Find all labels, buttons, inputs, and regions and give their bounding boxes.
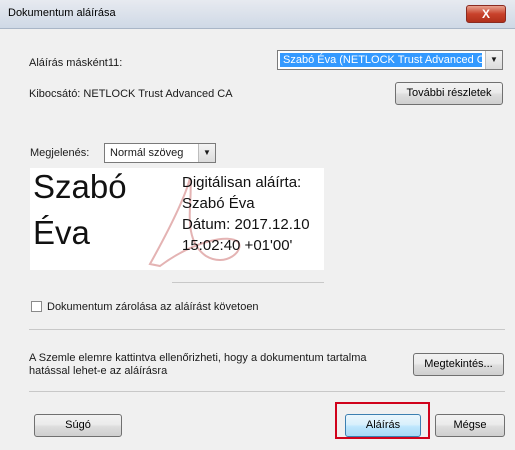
title-bar: Dokumentum aláírása X (0, 0, 515, 29)
lock-label: Dokumentum zárolása az aláírást követoen (47, 301, 259, 313)
chevron-down-icon[interactable]: ▼ (485, 51, 502, 69)
preview-info-line3: Dátum: 2017.12.10 (182, 216, 310, 233)
divider (29, 329, 505, 330)
divider (29, 391, 505, 392)
review-text-line1: A Szemle elemre kattintva ellenőrizheti,… (29, 352, 367, 364)
issuer-label: Kibocsátó: NETLOCK Trust Advanced CA (29, 88, 233, 100)
preview-info-line1: Digitálisan aláírta: (182, 174, 302, 191)
appearance-value: Normál szöveg (110, 147, 184, 159)
review-text-line2: hatással lehet-e az aláírásra (29, 365, 168, 377)
lock-checkbox[interactable] (31, 301, 42, 312)
close-button[interactable]: X (466, 5, 506, 23)
chevron-down-icon[interactable]: ▼ (198, 144, 215, 162)
divider (172, 282, 324, 283)
window-title: Dokumentum aláírása (8, 7, 116, 19)
help-button[interactable]: Súgó (34, 414, 122, 437)
signer-select[interactable]: Szabó Éva (NETLOCK Trust Advanced CA) . … (277, 50, 503, 70)
review-button[interactable]: Megtekintés... (413, 353, 504, 376)
highlight-box (335, 402, 430, 439)
preview-name-line1: Szabó (33, 168, 127, 205)
preview-info-line2: Szabó Éva (182, 195, 255, 212)
signer-label: Aláírás másként11: (29, 57, 123, 69)
cancel-button[interactable]: Mégse (435, 414, 505, 437)
signer-value: Szabó Éva (NETLOCK Trust Advanced CA) . (280, 53, 482, 67)
preview-name-line2: Éva (33, 214, 90, 251)
appearance-label: Megjelenés: (30, 147, 90, 159)
details-button[interactable]: További részletek (395, 82, 503, 105)
signature-preview: Szabó Éva Digitálisan aláírta: Szabó Éva… (30, 168, 324, 270)
preview-info-line4: 15:02:40 +01'00' (182, 237, 293, 254)
appearance-select[interactable]: Normál szöveg ▼ (104, 143, 216, 163)
preview-info: Digitálisan aláírta: Szabó Éva Dátum: 20… (182, 172, 310, 256)
